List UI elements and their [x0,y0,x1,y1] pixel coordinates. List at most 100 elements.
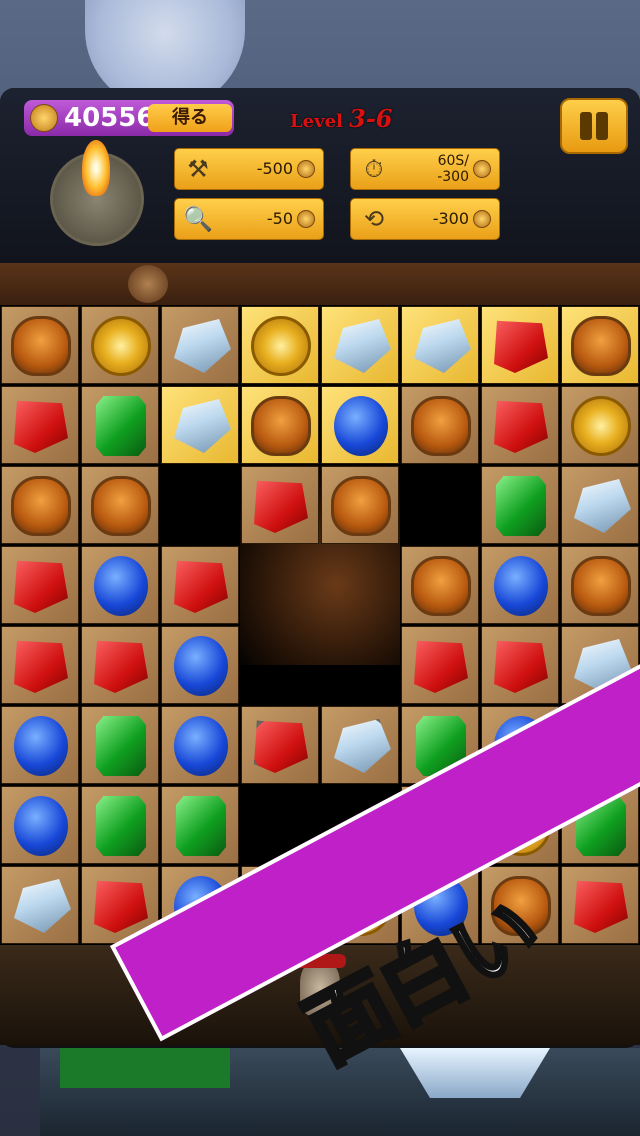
board-cell[interactable] [81,386,159,464]
red-gem-icon [414,640,468,693]
hammer-icon: ⚒ [187,155,209,183]
stopwatch-icon: ⏱ [364,155,384,183]
red-gem-icon [494,320,548,373]
board-cell[interactable] [481,386,559,464]
blue-gem-icon [14,796,68,856]
mask-gem-icon [571,316,631,376]
pause-button[interactable] [560,98,628,154]
board-cell[interactable] [401,626,479,704]
board-cell[interactable] [241,306,319,384]
board-cell[interactable] [1,866,79,944]
blue-gem-icon [174,636,228,696]
shuffle-icon: ⟲ [363,205,385,233]
shuffle-cost: -300 [432,209,469,228]
green-gem-icon [96,796,146,856]
red-gem-icon [14,560,68,613]
board-cell[interactable] [161,306,239,384]
board-cell[interactable] [81,306,159,384]
empty-cell [321,546,399,624]
board-cell[interactable] [561,466,639,544]
board-cell[interactable] [161,706,239,784]
green-gem-icon [96,396,146,456]
board-cell[interactable] [321,706,399,784]
board-cell[interactable] [81,546,159,624]
mask-gem-icon [11,476,71,536]
lion-gem-icon [91,316,151,376]
time-tool-button[interactable]: ⏱ 60S/ -300 [350,148,500,190]
empty-cell [401,466,479,544]
red-gem-icon [14,400,68,453]
mask-gem-icon [411,556,471,616]
board-cell[interactable] [481,306,559,384]
coin-icon [297,160,315,178]
board-cell[interactable] [81,706,159,784]
board-cell[interactable] [1,386,79,464]
get-coins-button[interactable]: 得る [148,104,232,132]
mask-gem-icon [411,396,471,456]
diamond-gem-icon [334,319,391,373]
board-cell[interactable] [321,306,399,384]
mask-gem-icon [571,556,631,616]
time-cost: 60S/ -300 [437,153,469,185]
torch-sundial-icon [44,140,144,246]
board-cell[interactable] [561,386,639,464]
empty-cell [161,466,239,544]
lion-gem-icon [571,396,631,456]
coin-icon [473,160,491,178]
red-gem-icon [94,880,148,933]
board-cell[interactable] [1,466,79,544]
shuffle-tool-button[interactable]: ⟲ -300 [350,198,500,240]
skull-ornament-icon [128,265,168,303]
board-cell[interactable] [561,546,639,624]
blue-gem-icon [174,716,228,776]
board-cell[interactable] [321,386,399,464]
board-cell[interactable] [481,466,559,544]
green-gem-icon [176,796,226,856]
board-cell[interactable] [401,306,479,384]
board-cell[interactable] [401,546,479,624]
mask-gem-icon [251,396,311,456]
red-gem-icon [254,480,308,533]
blue-gem-icon [494,556,548,616]
flame-icon [82,140,110,196]
decorative-strip [0,263,640,305]
board-cell[interactable] [161,626,239,704]
board-cell[interactable] [241,386,319,464]
board-cell[interactable] [481,546,559,624]
red-gem-icon [494,400,548,453]
red-gem-icon [494,640,548,693]
mask-gem-icon [11,316,71,376]
coin-icon [473,210,491,228]
board-cell[interactable] [1,306,79,384]
board-cell[interactable] [161,386,239,464]
board-cell[interactable] [401,386,479,464]
board-cell[interactable] [161,546,239,624]
diamond-gem-icon [574,479,631,533]
board-cell[interactable] [1,546,79,624]
level-number: 3-6 [349,104,393,133]
magnifier-icon: 🔍 [183,205,213,233]
empty-cell [321,626,399,704]
board-cell[interactable] [321,466,399,544]
magnifier-tool-button[interactable]: 🔍 -50 [174,198,324,240]
chained-diamond-gem-icon [334,719,391,773]
board-cell[interactable] [561,306,639,384]
red-gem-icon [174,560,228,613]
red-gem-icon [14,640,68,693]
hammer-cost: -500 [256,159,293,178]
board-cell[interactable] [241,466,319,544]
board-cell[interactable] [81,466,159,544]
diamond-gem-icon [174,399,231,453]
board-cell[interactable] [1,706,79,784]
board-cell[interactable] [1,786,79,864]
board-cell[interactable] [241,706,319,784]
level-label: Level [290,111,343,132]
blue-gem-icon [14,716,68,776]
board-cell[interactable] [161,786,239,864]
hammer-tool-button[interactable]: ⚒ -500 [174,148,324,190]
board-cell[interactable] [81,786,159,864]
board-cell[interactable] [481,626,559,704]
board-cell[interactable] [1,626,79,704]
board-cell[interactable] [81,626,159,704]
diamond-gem-icon [174,319,231,373]
